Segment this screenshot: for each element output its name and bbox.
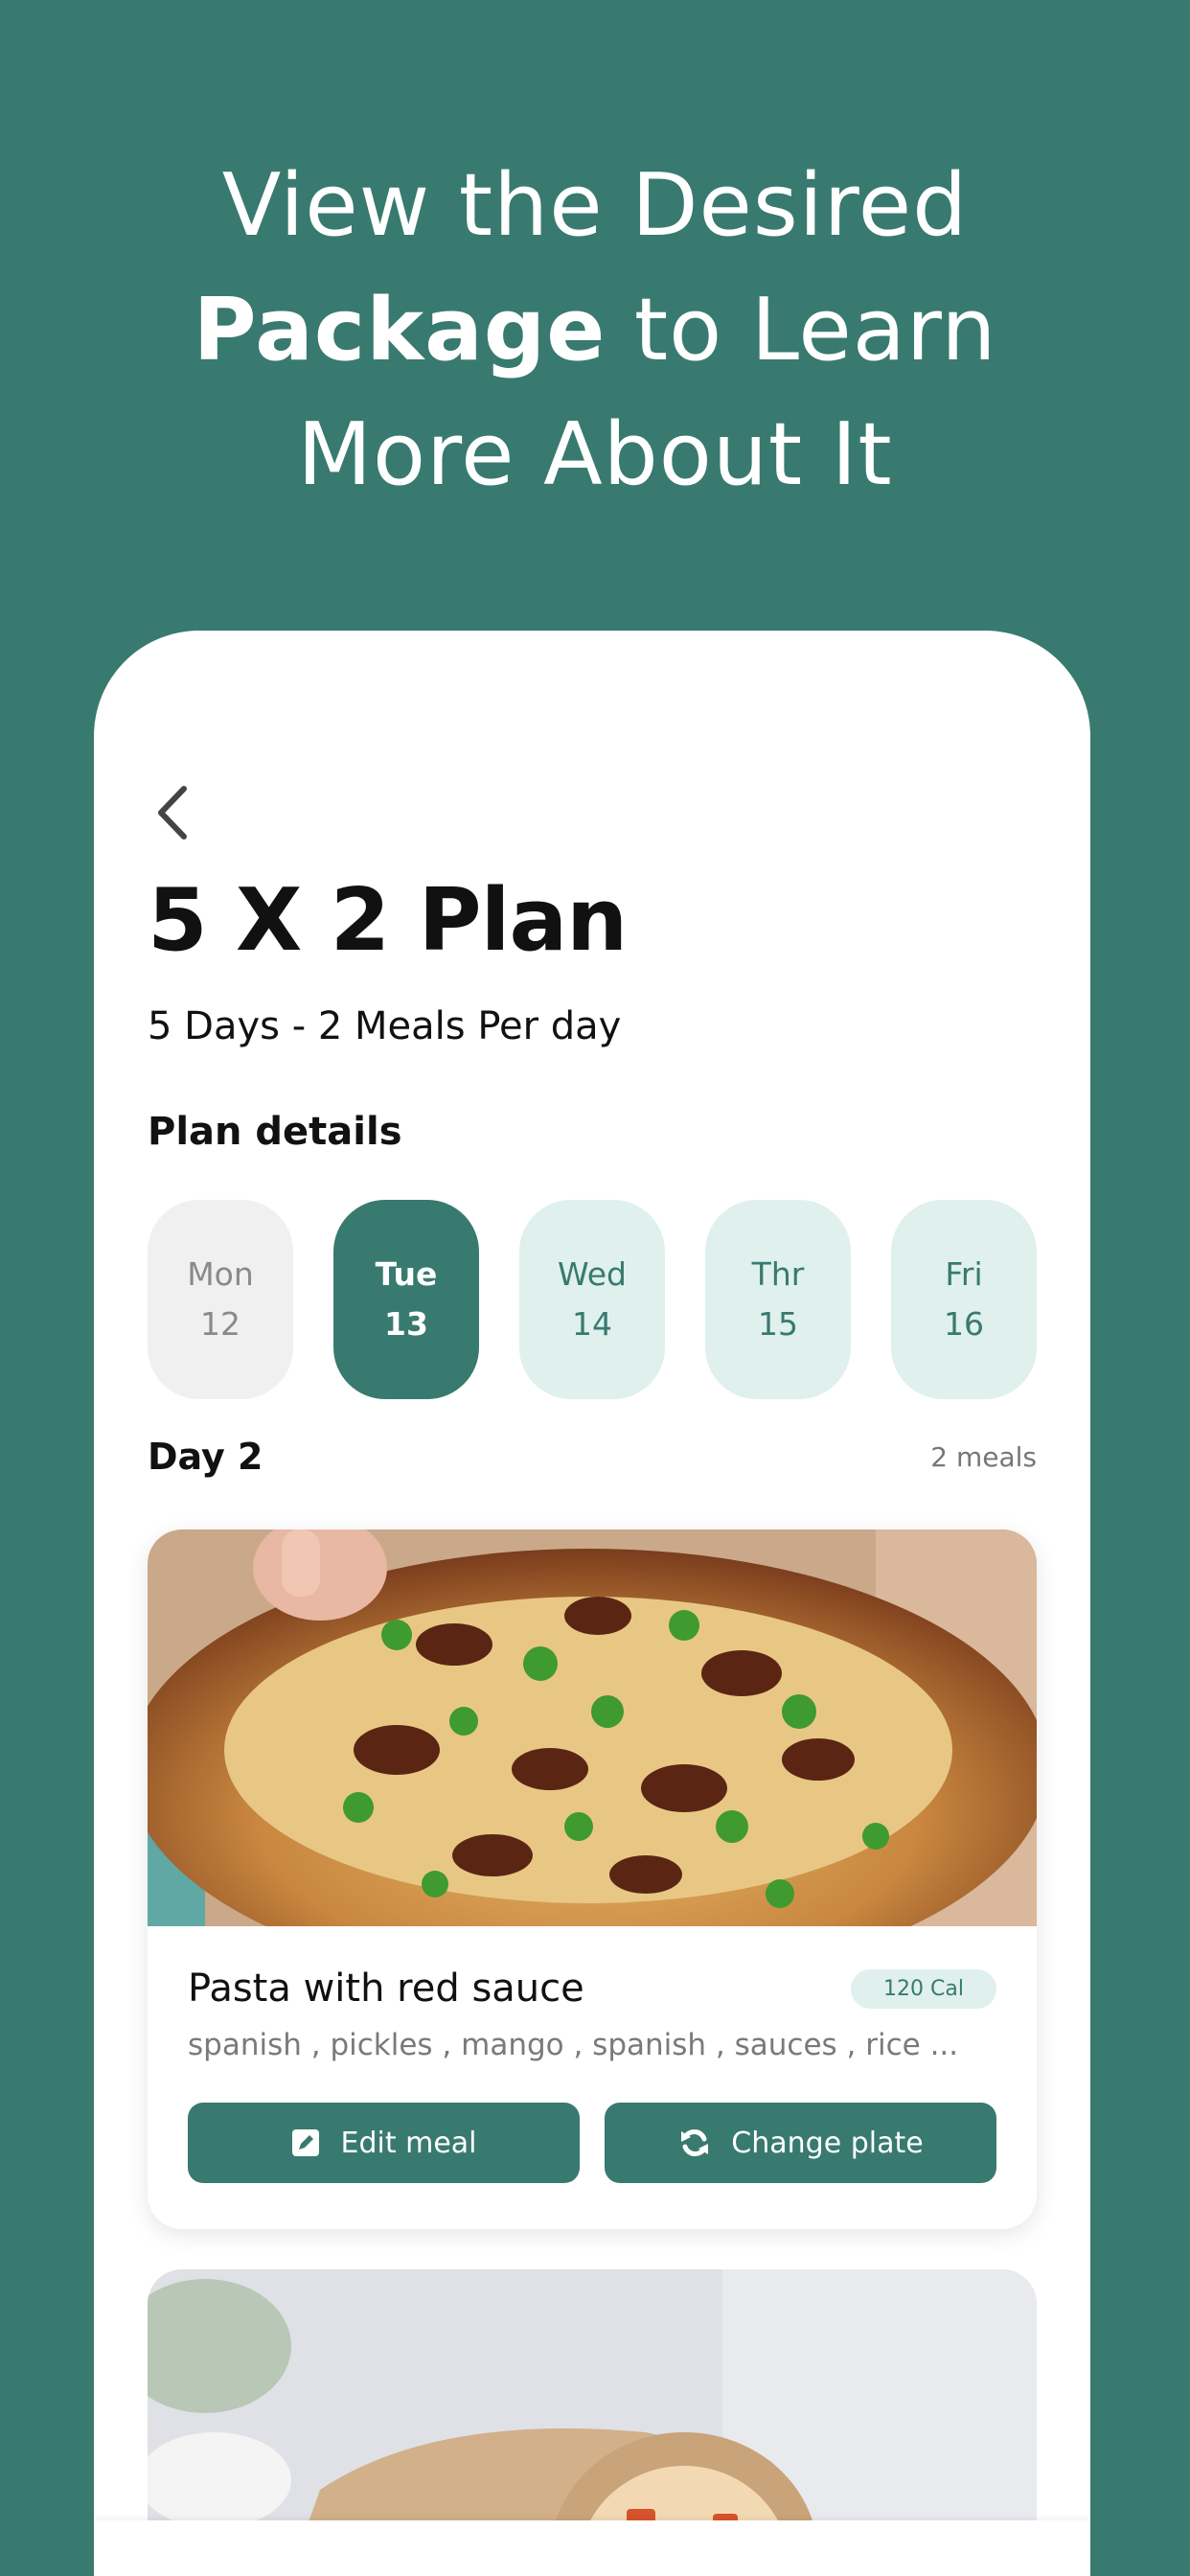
back-button[interactable] — [144, 774, 201, 851]
bottom-bar — [94, 2520, 1090, 2576]
headline-line-1: View the Desired — [221, 155, 969, 256]
day-chip-fri[interactable]: Fri 16 — [891, 1200, 1037, 1399]
calorie-badge: 120 Cal — [851, 1968, 996, 2009]
day-name: Wed — [558, 1255, 627, 1293]
day-number: 13 — [384, 1305, 428, 1343]
edit-icon — [292, 2129, 320, 2156]
day-chip-thr[interactable]: Thr 15 — [705, 1200, 851, 1399]
edit-meal-label: Edit meal — [340, 2126, 477, 2160]
meal-photo-pizza — [148, 1530, 1037, 1926]
day-label: Day 2 — [148, 1436, 263, 1478]
day-number: 15 — [758, 1305, 798, 1343]
phone-screen: 5 X 2 Plan 5 Days - 2 Meals Per day Plan… — [94, 631, 1090, 2576]
headline-line-3: More About It — [297, 404, 893, 505]
headline-bold-word: Package — [193, 280, 606, 380]
headline-line-2-rest: to Learn — [606, 280, 997, 380]
day-name: Tue — [375, 1255, 438, 1293]
change-plate-button[interactable]: Change plate — [605, 2103, 996, 2183]
day-name: Thr — [751, 1255, 805, 1293]
day-chip-wed[interactable]: Wed 14 — [519, 1200, 665, 1399]
day-name: Fri — [945, 1255, 983, 1293]
day-chip-tue[interactable]: Tue 13 — [333, 1200, 479, 1399]
headline-line-2: Package to Learn — [0, 268, 1190, 393]
refresh-icon — [681, 2129, 709, 2156]
change-plate-label: Change plate — [731, 2126, 924, 2160]
meal-header: Pasta with red sauce 120 Cal — [188, 1966, 996, 2011]
meal-actions: Edit meal Change plate — [188, 2103, 996, 2183]
plan-title: 5 X 2 Plan — [148, 870, 628, 971]
meal-ingredients: spanish , pickles , mango , spanish , sa… — [188, 2028, 959, 2062]
headline: View the Desired Package to Learn More A… — [0, 144, 1190, 518]
meal-info: Pasta with red sauce 120 Cal spanish , p… — [148, 1926, 1037, 2183]
day-chip-mon[interactable]: Mon 12 — [148, 1200, 293, 1399]
day-selector: Mon 12 Tue 13 Wed 14 Thr 15 Fri 16 — [148, 1200, 1037, 1399]
meal-card[interactable]: Pasta with red sauce 120 Cal spanish , p… — [148, 1530, 1037, 2229]
chevron-left-icon — [158, 786, 187, 840]
day-name: Mon — [187, 1255, 254, 1293]
day-section-header: Day 2 2 meals — [148, 1436, 1037, 1478]
plan-details-heading: Plan details — [148, 1110, 402, 1154]
day-number: 16 — [944, 1305, 984, 1343]
meal-name: Pasta with red sauce — [188, 1966, 584, 2011]
day-number: 12 — [200, 1305, 240, 1343]
plan-subtitle: 5 Days - 2 Meals Per day — [148, 1004, 622, 1048]
meal-count: 2 meals — [930, 1440, 1037, 1473]
edit-meal-button[interactable]: Edit meal — [188, 2103, 580, 2183]
day-number: 14 — [572, 1305, 612, 1343]
